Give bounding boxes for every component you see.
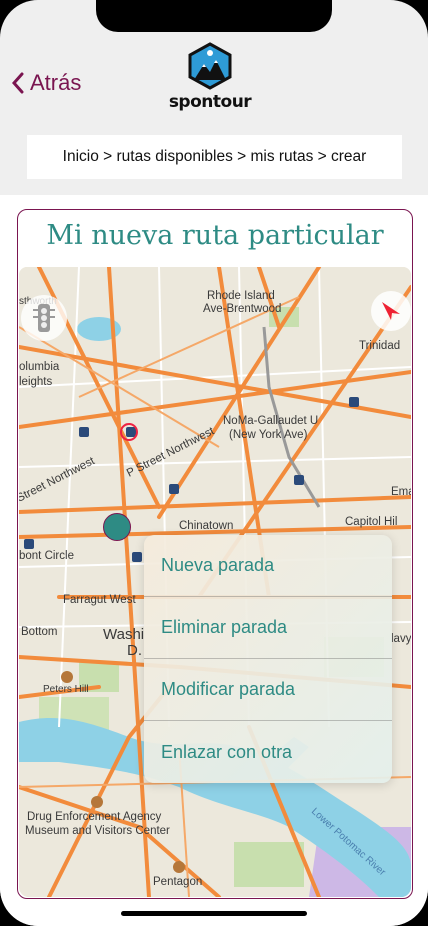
page-title: Mi nueva ruta particular [46,220,384,251]
menu-item-enlazar-con-otra[interactable]: Enlazar con otra [144,721,392,783]
map-label: leights [19,376,52,388]
back-button[interactable]: Atrás [12,70,81,96]
compass-button[interactable] [371,291,411,331]
breadcrumb: Inicio > rutas disponibles > mis rutas >… [27,135,402,179]
menu-item-modificar-parada[interactable]: Modificar parada [144,659,392,721]
route-card: Mi nueva ruta particular Rhode Island Av… [17,209,413,899]
home-indicator [121,911,307,916]
chevron-left-icon [12,72,24,94]
map-view[interactable]: Rhode Island Ave-Brentwood Trinidad NoMa… [19,267,411,897]
logo-text: spontour [168,92,252,112]
map-label: bont Circle [19,550,74,562]
map-label: Pentagon [153,876,202,888]
map-label: Chinatown [179,520,233,532]
map-label: Drug Enforcement Agency [27,811,161,823]
compass-icon [382,302,400,320]
mountain-logo-icon [188,42,232,90]
menu-item-eliminar-parada[interactable]: Eliminar parada [144,597,392,659]
map-label: Farragut West [63,594,136,606]
back-label: Atrás [30,70,82,95]
traffic-light-icon [33,304,55,332]
map-label: D. [127,642,142,659]
map-label: olumbia [19,361,60,373]
map-label: Trinidad [359,340,400,352]
route-stop-marker[interactable] [103,513,131,541]
traffic-toggle-button[interactable] [21,295,67,341]
map-label: Museum and Visitors Center [25,825,170,837]
map-label: Ema [391,486,411,498]
map-label: Ave-Brentwood [203,303,281,315]
stop-context-menu: Nueva parada Eliminar parada Modificar p… [144,535,392,783]
spontour-logo: spontour [168,42,252,114]
map-label: NoMa-Gallaudet U [223,415,318,427]
map-label: Peters Hill [43,684,89,695]
map-label: Capitol Hil [345,516,397,528]
map-label: (New York Ave) [229,429,308,441]
menu-item-nueva-parada[interactable]: Nueva parada [144,535,392,597]
map-label: lavy [391,633,411,645]
map-label: Bottom [21,626,57,638]
phone-screen: Atrás spontour Inicio > rutas disponible… [0,0,428,926]
map-label: Washi [103,626,144,643]
device-notch [96,0,332,32]
map-label: Rhode Island [207,290,275,302]
